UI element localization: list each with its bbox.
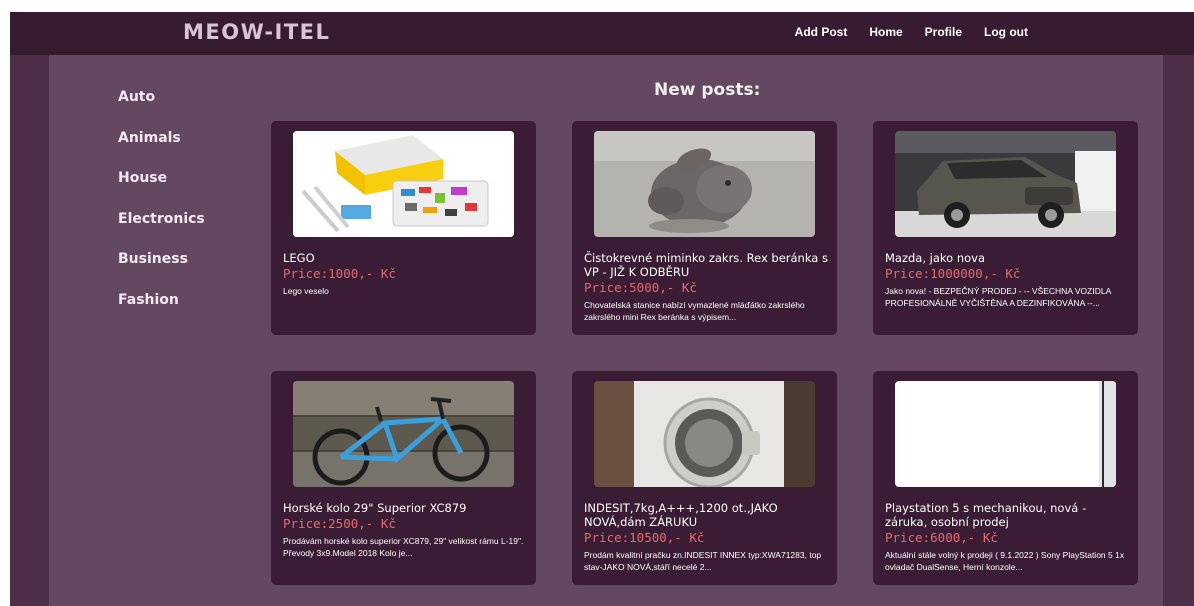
post-card[interactable]: Mazda, jako nova Price:1000000,- Kč Jako… — [873, 121, 1138, 335]
post-price: Price:6000,- Kč — [885, 530, 998, 545]
category-auto[interactable]: Auto — [118, 89, 205, 130]
post-card[interactable]: Horské kolo 29" Superior XC879 Price:250… — [271, 371, 536, 585]
post-body: Playstation 5 s mechanikou, nová - záruk… — [885, 501, 1130, 573]
post-title[interactable]: Čistokrevné miminko zakrs. Rex beránka s… — [584, 251, 829, 279]
post-title[interactable]: INDESIT,7kg,A+++,1200 ot.,JAKO NOVÁ,dám … — [584, 501, 829, 529]
nav-log-out[interactable]: Log out — [984, 25, 1028, 39]
post-body: Čistokrevné miminko zakrs. Rex beránka s… — [584, 251, 829, 323]
category-animals[interactable]: Animals — [118, 130, 205, 171]
post-price: Price:5000,- Kč — [584, 280, 697, 295]
post-image[interactable] — [293, 131, 514, 237]
nav-links: Add Post Home Profile Log out — [795, 25, 1028, 39]
post-body: LEGO Price:1000,- Kč Lego veselo — [283, 251, 528, 297]
page-title: New posts: — [654, 80, 761, 100]
category-electronics[interactable]: Electronics — [118, 211, 205, 252]
category-fashion[interactable]: Fashion — [118, 292, 205, 333]
category-business[interactable]: Business — [118, 251, 205, 292]
post-card[interactable]: INDESIT,7kg,A+++,1200 ot.,JAKO NOVÁ,dám … — [572, 371, 837, 585]
post-card[interactable]: LEGO Price:1000,- Kč Lego veselo — [271, 121, 536, 335]
post-description: Lego veselo — [283, 286, 329, 296]
post-body: Horské kolo 29" Superior XC879 Price:250… — [283, 501, 528, 559]
category-sidebar: Auto Animals House Electronics Business … — [118, 89, 205, 332]
nav-home[interactable]: Home — [869, 25, 902, 39]
post-description: Jako nova! - BEZPEČNÝ PRODEJ - -- VŠECHN… — [885, 286, 1111, 308]
post-body: Mazda, jako nova Price:1000000,- Kč Jako… — [885, 251, 1130, 309]
post-card[interactable]: Playstation 5 s mechanikou, nová - záruk… — [873, 371, 1138, 585]
post-price: Price:2500,- Kč — [283, 516, 396, 531]
post-image[interactable] — [895, 131, 1116, 237]
post-image[interactable] — [594, 131, 815, 237]
post-description: Prodám kvalitní pračku zn.INDESIT INNEX … — [584, 550, 822, 572]
post-price: Price:1000000,- Kč — [885, 266, 1021, 281]
nav-add-post[interactable]: Add Post — [795, 25, 848, 39]
post-image[interactable] — [895, 381, 1116, 487]
post-price: Price:10500,- Kč — [584, 530, 705, 545]
post-image[interactable] — [293, 381, 514, 487]
post-description: Prodávám horské kolo superior XC879, 29"… — [283, 536, 524, 558]
navbar: MEOW-ITEL Add Post Home Profile Log out — [10, 12, 1194, 55]
post-title[interactable]: Playstation 5 s mechanikou, nová - záruk… — [885, 501, 1130, 529]
post-title[interactable]: Mazda, jako nova — [885, 251, 1130, 265]
post-description: Aktuální stále volný k prodeji ( 9.1.202… — [885, 550, 1125, 572]
category-house[interactable]: House — [118, 170, 205, 211]
post-price: Price:1000,- Kč — [283, 266, 396, 281]
post-title[interactable]: Horské kolo 29" Superior XC879 — [283, 501, 528, 515]
main-content: Auto Animals House Electronics Business … — [49, 55, 1163, 606]
post-description: Chovatelská stanice nabízí vymazlené mlá… — [584, 300, 805, 322]
post-body: INDESIT,7kg,A+++,1200 ot.,JAKO NOVÁ,dám … — [584, 501, 829, 573]
post-image[interactable] — [594, 381, 815, 487]
post-card[interactable]: Čistokrevné miminko zakrs. Rex beránka s… — [572, 121, 837, 335]
logo[interactable]: MEOW-ITEL — [183, 20, 330, 44]
app-frame: MEOW-ITEL Add Post Home Profile Log out … — [10, 12, 1194, 606]
post-title[interactable]: LEGO — [283, 251, 528, 265]
nav-profile[interactable]: Profile — [925, 25, 962, 39]
